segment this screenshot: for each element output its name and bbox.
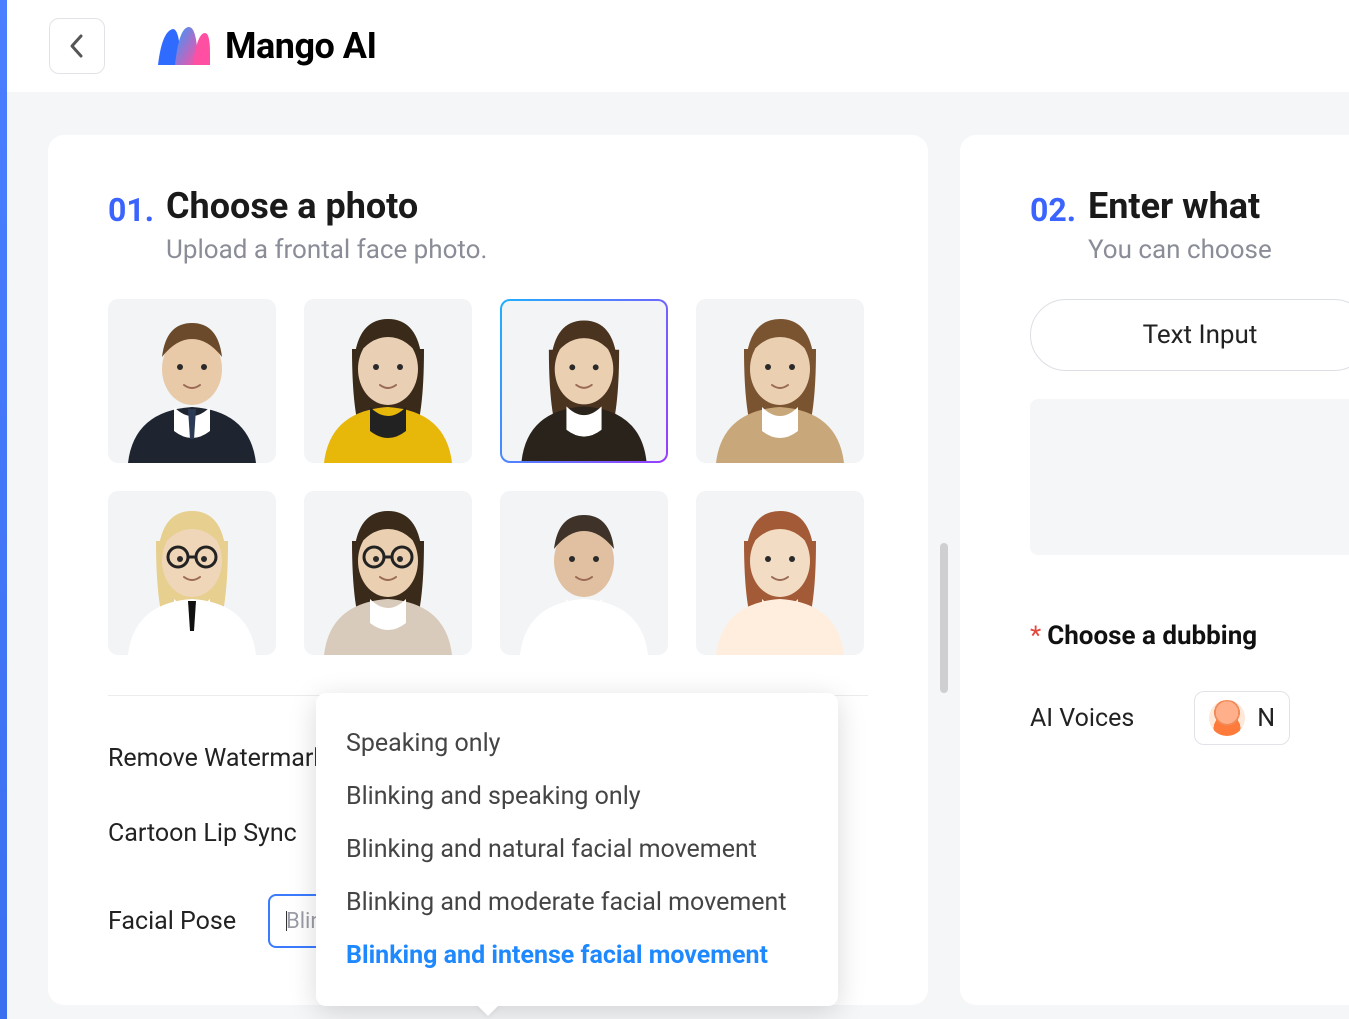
brand-logo-icon xyxy=(155,23,211,69)
photo-grid xyxy=(108,299,868,655)
facial-pose-label: Facial Pose xyxy=(108,907,268,936)
chevron-left-icon xyxy=(67,32,87,60)
step1-title: Choose a photo xyxy=(166,185,487,227)
step1-number: 01. xyxy=(108,191,154,229)
facial-pose-option[interactable]: Blinking and intense facial movement xyxy=(316,929,838,982)
window-left-accent xyxy=(0,0,7,1019)
topbar: Mango AI xyxy=(7,0,1349,92)
photo-option-7[interactable] xyxy=(500,491,668,655)
photo-option-6[interactable] xyxy=(304,491,472,655)
cartoon-lip-label: Cartoon Lip Sync xyxy=(108,819,268,848)
text-input-area[interactable] xyxy=(1030,399,1349,555)
photo-option-4[interactable] xyxy=(696,299,864,463)
voice-avatar-icon xyxy=(1209,700,1245,736)
facial-pose-option[interactable]: Speaking only xyxy=(316,717,838,770)
step2-title: Enter what xyxy=(1088,185,1272,227)
text-input-tab[interactable]: Text Input xyxy=(1030,299,1349,371)
text-input-tab-label: Text Input xyxy=(1143,320,1258,350)
step1-subtitle: Upload a frontal face photo. xyxy=(166,235,487,265)
required-asterisk: * xyxy=(1030,621,1041,651)
step1-panel: 01. Choose a photo Upload a frontal face… xyxy=(48,135,928,1005)
panel-scrollbar-thumb[interactable] xyxy=(940,543,948,693)
photo-option-2[interactable] xyxy=(304,299,472,463)
photo-option-3[interactable] xyxy=(500,299,668,463)
voice-select-chip[interactable]: N xyxy=(1194,691,1290,745)
step2-subtitle: You can choose xyxy=(1088,235,1272,265)
dubbing-heading: *Choose a dubbing xyxy=(1030,621,1349,651)
ai-voices-label: AI Voices xyxy=(1030,704,1134,733)
facial-pose-option[interactable]: Blinking and moderate facial movement xyxy=(316,876,838,929)
photo-option-1[interactable] xyxy=(108,299,276,463)
brand: Mango AI xyxy=(155,23,377,69)
voice-name-initial: N xyxy=(1257,704,1275,733)
photo-option-8[interactable] xyxy=(696,491,864,655)
back-button[interactable] xyxy=(49,18,105,74)
step2-number: 02. xyxy=(1030,191,1076,229)
facial-pose-option[interactable]: Blinking and natural facial movement xyxy=(316,823,838,876)
dubbing-label: Choose a dubbing xyxy=(1047,621,1257,651)
step2-panel: 02. Enter what You can choose Text Input… xyxy=(960,135,1349,1005)
facial-pose-dropdown: Speaking onlyBlinking and speaking onlyB… xyxy=(316,693,838,1006)
facial-pose-option[interactable]: Blinking and speaking only xyxy=(316,770,838,823)
brand-name: Mango AI xyxy=(225,25,377,67)
photo-option-5[interactable] xyxy=(108,491,276,655)
remove-watermark-label: Remove Watermark xyxy=(108,744,268,773)
